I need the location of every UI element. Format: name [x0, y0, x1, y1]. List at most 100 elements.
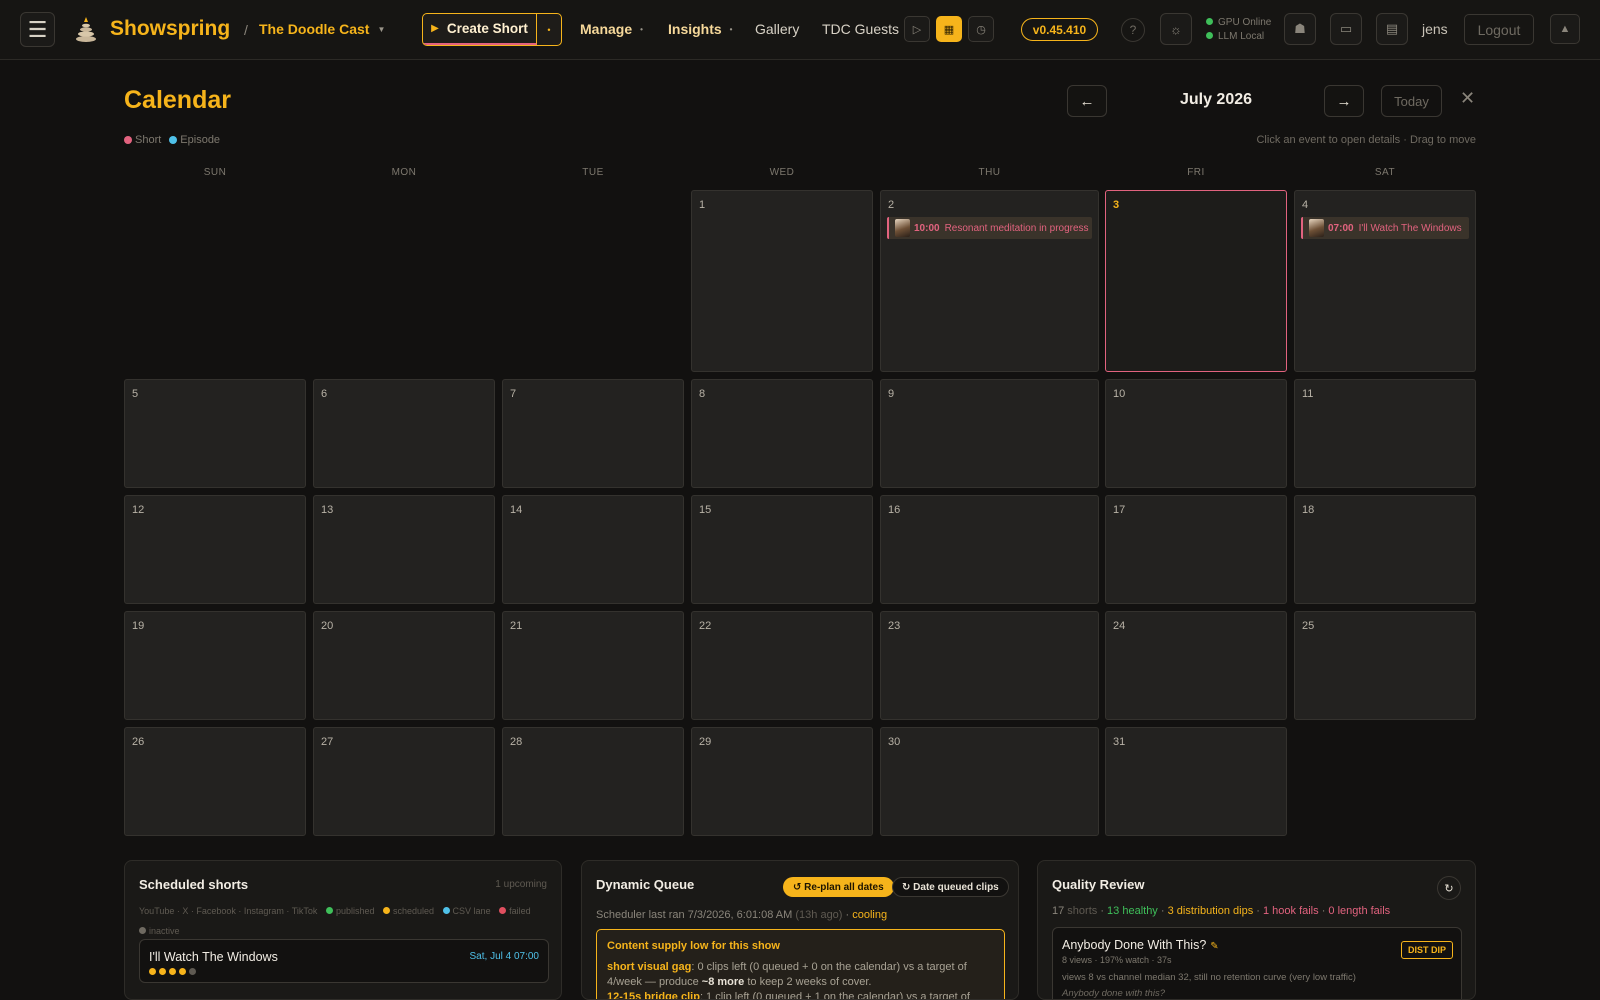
calendar-day-20[interactable]: 20 [313, 611, 495, 720]
users-icon[interactable]: ☗ [1284, 13, 1316, 45]
calendar-day-29[interactable]: 29 [691, 727, 873, 836]
clock-icon[interactable]: ◷ [968, 16, 994, 42]
next-month-button[interactable]: → [1324, 85, 1364, 117]
calendar-day-14[interactable]: 14 [502, 495, 684, 604]
calendar-day-16[interactable]: 16 [880, 495, 1099, 604]
calendar-day-6[interactable]: 6 [313, 379, 495, 488]
video-icon[interactable]: ▷ [904, 16, 930, 42]
calendar-day-27[interactable]: 27 [313, 727, 495, 836]
calendar-day-21[interactable]: 21 [502, 611, 684, 720]
calendar-day-3[interactable]: 3 [1105, 190, 1287, 372]
refresh-icon[interactable]: ↻ [1437, 876, 1461, 900]
status-badge: DIST DIP [1400, 941, 1453, 959]
failed-dot-icon [499, 907, 507, 914]
nav-manage-label: Manage [580, 21, 633, 37]
help-icon[interactable]: ? [1121, 18, 1145, 42]
day-number: 11 [1302, 388, 1314, 400]
calendar-day-30[interactable]: 30 [880, 727, 1099, 836]
calendar-day-23[interactable]: 23 [880, 611, 1099, 720]
event-title: Resonant meditation in progress [944, 222, 1089, 234]
day-number: 26 [132, 736, 145, 748]
scheduler-ago: (13h ago) [795, 909, 843, 921]
review-card-quote: Anybody done with this? [1062, 988, 1165, 999]
today-button[interactable]: Today [1381, 85, 1442, 117]
legend-short-label: Short [135, 134, 162, 146]
scheduler-state: cooling [852, 909, 888, 921]
platform-status-dot [169, 968, 176, 975]
quality-review-card[interactable]: Anybody Done With This? ✎ DIST DIP 8 view… [1052, 927, 1462, 999]
edit-icon[interactable]: ✎ [1210, 941, 1218, 952]
calendar-day-12[interactable]: 12 [124, 495, 306, 604]
calendar-day-19[interactable]: 19 [124, 611, 306, 720]
day-number: 4 [1302, 199, 1309, 211]
nav-insights[interactable]: Insights • [668, 21, 732, 37]
calendar-day-18[interactable]: 18 [1294, 495, 1476, 604]
supply-line-text: : 1 clip left (0 queued + 1 on the calen… [699, 991, 970, 1000]
calendar-event[interactable]: 07:00 I'll Watch The Windows [1301, 217, 1469, 239]
date-queued-clips-button[interactable]: ↻ Date queued clips [892, 877, 1009, 897]
calendar-day-7[interactable]: 7 [502, 379, 684, 488]
calendar-day-13[interactable]: 13 [313, 495, 495, 604]
calendar-event[interactable]: 10:00 Resonant meditation in progress [887, 217, 1092, 239]
calendar-icon[interactable]: ▦ [936, 16, 962, 42]
weekday-header-sat: SAT [1374, 167, 1396, 178]
day-number: 25 [1302, 620, 1315, 632]
stat-separator: · [1253, 905, 1263, 917]
upcoming-count: 1 upcoming [495, 879, 547, 890]
status-dot-icon [1206, 32, 1213, 39]
scheduled-short-item[interactable]: I'll Watch The Windows Sat, Jul 4 07:00 [139, 939, 549, 983]
scheduler-status: Scheduler last ran 7/3/2026, 6:01:08 AM … [596, 909, 887, 921]
monitor-icon[interactable]: ▭ [1330, 13, 1362, 45]
hamburger-menu-icon[interactable]: ☰ [20, 12, 55, 47]
calendar-day-26[interactable]: 26 [124, 727, 306, 836]
chat-icon[interactable]: ▤ [1376, 13, 1408, 45]
review-card-title-row: Anybody Done With This? ✎ [1062, 938, 1219, 952]
scheduled-short-date: Sat, Jul 4 07:00 [469, 951, 540, 962]
replan-all-dates-button[interactable]: ↺ Re-plan all dates [783, 877, 894, 897]
scroll-up-icon[interactable]: ▲ [1550, 14, 1580, 44]
calendar-day-8[interactable]: 8 [691, 379, 873, 488]
create-short-button[interactable]: ▶ Create Short [423, 14, 537, 45]
calendar-day-17[interactable]: 17 [1105, 495, 1287, 604]
calendar-day-2[interactable]: 2 10:00 Resonant meditation in progress [880, 190, 1099, 372]
calendar-day-10[interactable]: 10 [1105, 379, 1287, 488]
brand-name[interactable]: Showspring [110, 17, 230, 41]
review-card-title: Anybody Done With This? [1062, 938, 1207, 952]
username[interactable]: jens [1422, 21, 1448, 37]
weekday-header-fri: FRI [1187, 167, 1205, 178]
calendar-day-4[interactable]: 4 07:00 I'll Watch The Windows [1294, 190, 1476, 372]
calendar-day-22[interactable]: 22 [691, 611, 873, 720]
calendar-day-5[interactable]: 5 [124, 379, 306, 488]
day-number: 30 [888, 736, 901, 748]
logout-button[interactable]: Logout [1464, 14, 1534, 45]
nav-tdc-guests[interactable]: TDC Guests [822, 21, 899, 37]
nav-gallery[interactable]: Gallery [755, 21, 799, 37]
event-thumbnail [895, 219, 910, 237]
version-badge[interactable]: v0.45.410 [1021, 18, 1098, 41]
close-icon[interactable]: ✕ [1460, 88, 1475, 109]
quality-review-title: Quality Review [1052, 877, 1145, 892]
platform-status-dot [149, 968, 156, 975]
supply-line-tail: to keep 2 weeks of cover. [744, 976, 872, 988]
calendar-day-1[interactable]: 1 [691, 190, 873, 372]
day-number: 6 [321, 388, 328, 400]
logo-icon [74, 15, 98, 43]
day-number: 28 [510, 736, 523, 748]
calendar-day-25[interactable]: 25 [1294, 611, 1476, 720]
prev-month-button[interactable]: ← [1067, 85, 1107, 117]
legend-short: Short [124, 134, 161, 146]
show-selector[interactable]: The Doodle Cast ▼ [259, 21, 385, 37]
page-title: Calendar [124, 86, 231, 114]
dynamic-queue-panel: Dynamic Queue ↺ Re-plan all dates ↻ Date… [581, 860, 1019, 1000]
calendar-day-31[interactable]: 31 [1105, 727, 1287, 836]
calendar-day-28[interactable]: 28 [502, 727, 684, 836]
nav-manage[interactable]: Manage • [580, 21, 643, 37]
calendar-day-24[interactable]: 24 [1105, 611, 1287, 720]
calendar-day-15[interactable]: 15 [691, 495, 873, 604]
calendar-day-9[interactable]: 9 [880, 379, 1099, 488]
create-options-dropdown-icon[interactable]: • [537, 14, 561, 45]
day-number: 5 [132, 388, 139, 400]
calendar-day-11[interactable]: 11 [1294, 379, 1476, 488]
theme-toggle-icon[interactable]: ☼ [1160, 13, 1192, 45]
calendar-legend: Short Episode [124, 134, 220, 146]
